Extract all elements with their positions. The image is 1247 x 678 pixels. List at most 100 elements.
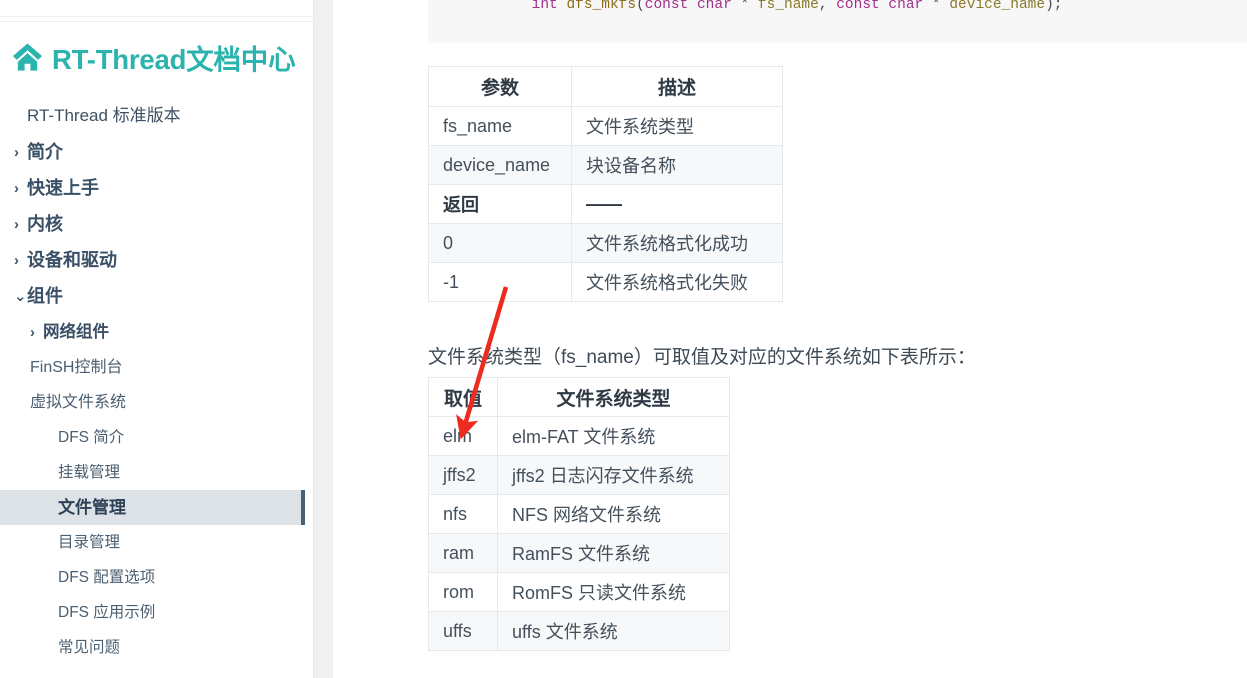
paragraph-fs-name-values: 文件系统类型（fs_name）可取值及对应的文件系统如下表所示： — [428, 347, 976, 368]
code-token: ( — [636, 0, 645, 13]
sidebar-item-label: 常见问题 — [58, 638, 121, 656]
sidebar-item-dfs-examples[interactable]: DFS 应用示例 — [0, 595, 313, 630]
table-cell: -1 — [428, 262, 572, 302]
table-cell: RomFS 只读文件系统 — [497, 572, 730, 612]
sidebar-item-label: 目录管理 — [58, 533, 121, 551]
column-header-value: 取值 — [428, 377, 498, 417]
column-header-param: 参数 — [428, 66, 572, 107]
table-cell: 返回 — [428, 184, 572, 224]
sidebar-item-kernel[interactable]: › 内核 — [0, 206, 313, 242]
home-icon — [12, 42, 43, 72]
code-token: * — [731, 0, 758, 13]
table-cell: NFS 网络文件系统 — [497, 494, 730, 534]
table-cell: —— — [571, 184, 783, 224]
table-cell: nfs — [428, 494, 498, 534]
sidebar-item-dfs-config-options[interactable]: DFS 配置选项 — [0, 560, 313, 595]
sidebar-item-label: 简介 — [27, 142, 63, 162]
sidebar-item-quickstart[interactable]: › 快速上手 — [0, 170, 313, 206]
sidebar: RT-Thread文档中心 RT-Thread 标准版本 › 简介 › 快速上手… — [0, 0, 313, 678]
sidebar-item-file-management[interactable]: 文件管理 — [0, 490, 305, 525]
table-cell: 0 — [428, 223, 572, 263]
sidebar-content-gutter — [313, 0, 333, 678]
chevron-down-icon: ⌄ — [14, 287, 27, 305]
sidebar-item-network-components[interactable]: › 网络组件 — [0, 314, 313, 350]
table-row: ram RamFS 文件系统 — [428, 533, 730, 573]
table-cell: uffs 文件系统 — [497, 611, 730, 651]
column-header-fs-type: 文件系统类型 — [497, 377, 730, 417]
code-token: , — [818, 0, 837, 13]
table-cell: elm — [428, 416, 498, 456]
code-token: ); — [1045, 0, 1063, 13]
sidebar-item-label: DFS 应用示例 — [58, 603, 156, 621]
table-row: 0 文件系统格式化成功 — [428, 223, 783, 263]
table-cell: RamFS 文件系统 — [497, 533, 730, 573]
table-row: 返回 —— — [428, 184, 783, 224]
chevron-right-icon: › — [14, 143, 19, 161]
table-header-row: 取值 文件系统类型 — [428, 377, 730, 417]
column-header-description: 描述 — [571, 66, 783, 107]
code-token: * — [923, 0, 950, 13]
sidebar-item-label: FinSH控制台 — [30, 358, 123, 376]
code-token: device_name — [949, 0, 1046, 13]
sidebar-item-label: 组件 — [27, 286, 63, 306]
table-cell: rom — [428, 572, 498, 612]
page-root: RT-Thread文档中心 RT-Thread 标准版本 › 简介 › 快速上手… — [0, 0, 1247, 678]
code-token: const char — [836, 0, 924, 13]
sidebar-item-label: 内核 — [27, 214, 63, 234]
brand-home-link[interactable]: RT-Thread文档中心 — [12, 34, 296, 80]
sidebar-item-components[interactable]: ⌄ 组件 — [0, 278, 313, 314]
sidebar-item-virtual-filesystem[interactable]: 虚拟文件系统 — [0, 385, 313, 420]
code-token: dfs_mkfs — [566, 0, 637, 13]
table-cell: elm-FAT 文件系统 — [497, 416, 730, 456]
chevron-right-icon: › — [30, 323, 35, 341]
sidebar-item-intro[interactable]: › 简介 — [0, 134, 313, 170]
sidebar-item-label: 文件管理 — [58, 498, 126, 517]
table-header-row: 参数 描述 — [428, 66, 783, 107]
table-cell: jffs2 — [428, 455, 498, 495]
filesystem-types-table: 取值 文件系统类型 elm elm-FAT 文件系统 jffs2 jffs2 日… — [428, 377, 730, 651]
sidebar-top-divider-2 — [0, 21, 313, 22]
sidebar-item-label: 设备和驱动 — [27, 250, 117, 270]
table-cell: jffs2 日志闪存文件系统 — [497, 455, 730, 495]
table-row: nfs NFS 网络文件系统 — [428, 494, 730, 534]
code-token: const char — [644, 0, 732, 13]
code-line: int dfs_mkfs(const char * fs_name, const… — [462, 0, 1247, 35]
main-content: int dfs_mkfs(const char * fs_name, const… — [333, 0, 1247, 678]
table-cell: device_name — [428, 145, 572, 185]
sidebar-item-label: DFS 简介 — [58, 428, 125, 446]
sidebar-item-mount-management[interactable]: 挂载管理 — [0, 455, 313, 490]
sidebar-item-label: RT-Thread 标准版本 — [27, 105, 181, 125]
table-cell: 文件系统格式化失败 — [571, 262, 783, 302]
sidebar-item-label: DFS 配置选项 — [58, 568, 156, 586]
table-cell: ram — [428, 533, 498, 573]
sidebar-item-label: 网络组件 — [43, 322, 109, 341]
sidebar-item-label: 快速上手 — [27, 178, 99, 198]
chevron-right-icon: › — [14, 179, 19, 197]
sidebar-item-finsh-console[interactable]: FinSH控制台 — [0, 350, 313, 385]
sidebar-item-faq[interactable]: 常见问题 — [0, 630, 313, 665]
table-row: -1 文件系统格式化失败 — [428, 262, 783, 302]
table-cell: 块设备名称 — [571, 145, 783, 185]
sidebar-nav: RT-Thread 标准版本 › 简介 › 快速上手 › 内核 › 设备和驱动 … — [0, 96, 313, 665]
brand-title: RT-Thread文档中心 — [52, 44, 296, 75]
table-cell: 文件系统格式化成功 — [571, 223, 783, 263]
table-cell: 文件系统类型 — [571, 106, 783, 146]
parameters-table: 参数 描述 fs_name 文件系统类型 device_name 块设备名称 返… — [428, 66, 783, 302]
sidebar-item-label: 虚拟文件系统 — [30, 393, 127, 411]
table-row: jffs2 jffs2 日志闪存文件系统 — [428, 455, 730, 495]
code-block: int dfs_mkfs(const char * fs_name, const… — [428, 0, 1247, 43]
sidebar-item-directory-management[interactable]: 目录管理 — [0, 525, 313, 560]
table-row: elm elm-FAT 文件系统 — [428, 416, 730, 456]
sidebar-item-label: 挂载管理 — [58, 463, 121, 481]
sidebar-item-devices-drivers[interactable]: › 设备和驱动 — [0, 242, 313, 278]
sidebar-top-divider — [0, 16, 313, 17]
table-row: device_name 块设备名称 — [428, 145, 783, 185]
table-row: uffs uffs 文件系统 — [428, 611, 730, 651]
code-token: int — [531, 0, 567, 13]
chevron-right-icon: › — [14, 251, 19, 269]
table-row: rom RomFS 只读文件系统 — [428, 572, 730, 612]
sidebar-item-version[interactable]: RT-Thread 标准版本 — [0, 96, 313, 134]
sidebar-item-dfs-intro[interactable]: DFS 简介 — [0, 420, 313, 455]
code-token: fs_name — [757, 0, 819, 13]
table-cell: fs_name — [428, 106, 572, 146]
